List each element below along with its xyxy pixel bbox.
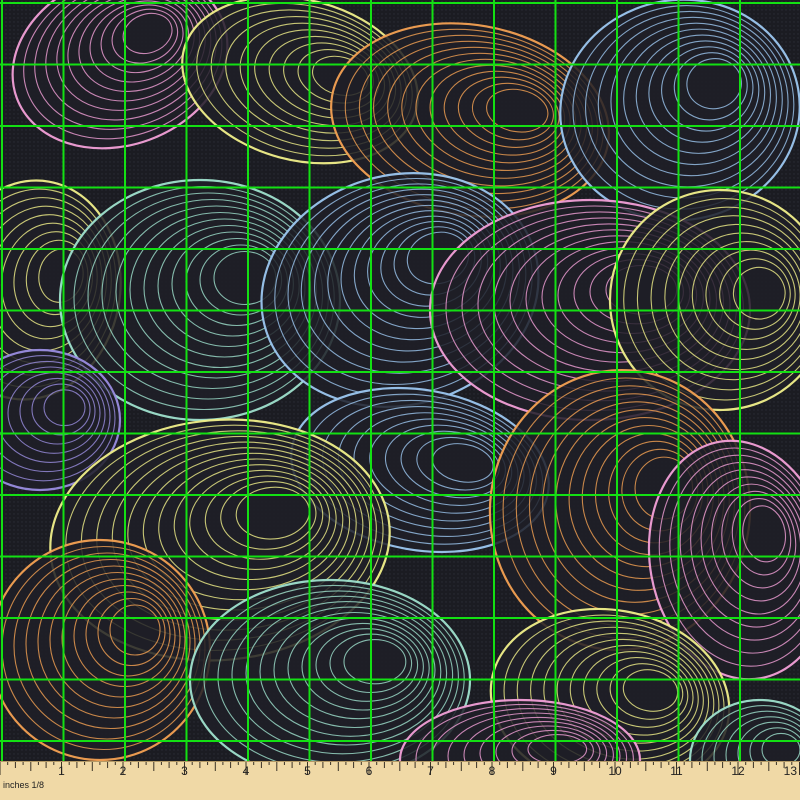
ruler-number: 6 <box>366 764 373 778</box>
ruler-number: 10 <box>608 764 622 778</box>
ruler-number: 3 <box>181 764 188 778</box>
ruler-number: 8 <box>489 764 496 778</box>
ruler-number: 13 <box>784 764 798 778</box>
ruler-number: 9 <box>550 764 557 778</box>
ruler-number: 12 <box>731 764 745 778</box>
ruler-number: 4 <box>243 764 250 778</box>
ruler-number: 1 <box>58 764 65 778</box>
shell-motif <box>0 538 212 762</box>
ruler-number: 5 <box>304 764 311 778</box>
fabric-pattern <box>0 0 800 800</box>
ruler-number: 11 <box>670 764 683 778</box>
ruler-unit-label: inches 1/8 <box>3 780 44 790</box>
ruler-number: 2 <box>120 764 127 778</box>
ruler-number: 7 <box>427 764 434 778</box>
measuring-ruler: inches 1/8 1 2 3 4 5 6 7 8 9 10 11 12 13 <box>0 761 800 800</box>
